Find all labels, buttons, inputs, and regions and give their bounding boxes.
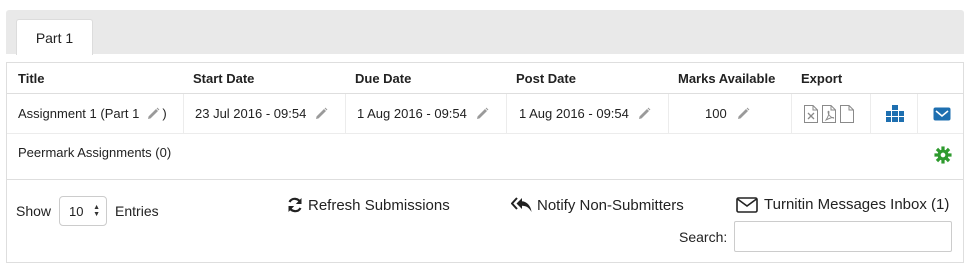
up-down-arrows-icon: ▲ ▼: [93, 204, 101, 218]
column-divider: [870, 94, 871, 133]
column-header-post-date[interactable]: Post Date: [516, 63, 576, 93]
table-row-assignment-title: Assignment 1 (Part 1 ): [18, 94, 167, 133]
marks-cell: 100: [705, 94, 751, 133]
column-header-marks-available[interactable]: Marks Available: [678, 63, 775, 93]
pdf-file-icon[interactable]: [821, 104, 837, 124]
grademark-cell: [885, 94, 905, 133]
envelope-icon: [736, 196, 758, 213]
pencil-icon[interactable]: [636, 106, 652, 122]
column-divider: [917, 94, 918, 133]
xls-file-icon[interactable]: [803, 104, 819, 124]
notify-non-submitters-button[interactable]: Notify Non-Submitters: [511, 196, 684, 214]
assignment-title-text: Assignment 1 (Part 1: [18, 106, 140, 121]
notify-non-submitters-label: Notify Non-Submitters: [537, 196, 684, 214]
refresh-submissions-button[interactable]: Refresh Submissions: [286, 196, 450, 214]
search-input[interactable]: [734, 221, 952, 252]
turnitin-messages-inbox-label: Turnitin Messages Inbox (1): [764, 196, 950, 213]
post-date-cell: 1 Aug 2016 - 09:54: [519, 94, 652, 133]
turnitin-messages-inbox-button[interactable]: Turnitin Messages Inbox (1): [736, 196, 949, 213]
pencil-icon[interactable]: [735, 106, 751, 122]
tab-bar: Part 1: [6, 10, 964, 55]
entries-select[interactable]: 10 ▲ ▼: [59, 196, 108, 226]
grademark-icon[interactable]: [885, 104, 905, 124]
tab-part-1[interactable]: Part 1: [16, 19, 93, 55]
column-divider: [668, 94, 669, 133]
search-label: Search:: [679, 229, 728, 245]
column-header-export: Export: [801, 70, 843, 86]
peermark-assignments-label: Peermark Assignments (0): [18, 145, 172, 160]
start-date-value: 23 Jul 2016 - 09:54: [195, 106, 307, 121]
section-divider: [7, 179, 963, 180]
due-date-value: 1 Aug 2016 - 09:54: [357, 106, 467, 121]
entries-label: Entries: [115, 203, 159, 219]
export-cell: [803, 94, 855, 133]
due-date-cell: 1 Aug 2016 - 09:54: [357, 94, 490, 133]
row-divider: [7, 133, 963, 134]
document-icon[interactable]: [839, 104, 855, 124]
refresh-submissions-label: Refresh Submissions: [308, 196, 450, 214]
show-label: Show: [16, 203, 52, 219]
reply-all-icon: [511, 197, 532, 212]
refresh-icon: [288, 197, 302, 213]
column-header-due-date[interactable]: Due Date: [355, 63, 411, 93]
pencil-icon[interactable]: [313, 106, 329, 122]
marks-value: 100: [705, 106, 727, 121]
column-divider: [183, 94, 184, 133]
column-header-start-date[interactable]: Start Date: [193, 63, 254, 93]
entries-select-value: 10: [69, 203, 84, 219]
show-entries-control: Show 10 ▲ ▼ Entries: [16, 196, 159, 226]
assignment-panel: Title Start Date Due Date Post Date Mark…: [6, 62, 964, 263]
post-date-value: 1 Aug 2016 - 09:54: [519, 106, 629, 121]
pencil-icon[interactable]: [474, 106, 490, 122]
column-header-title[interactable]: Title: [18, 63, 45, 93]
column-divider: [506, 94, 507, 133]
envelope-icon[interactable]: [933, 107, 951, 121]
column-divider: [791, 94, 792, 133]
gear-icon[interactable]: [934, 146, 952, 164]
message-cell: [933, 94, 951, 133]
column-divider: [345, 94, 346, 133]
start-date-cell: 23 Jul 2016 - 09:54: [195, 94, 329, 133]
assignment-title-suffix: ): [162, 106, 167, 121]
pencil-icon[interactable]: [145, 106, 161, 122]
